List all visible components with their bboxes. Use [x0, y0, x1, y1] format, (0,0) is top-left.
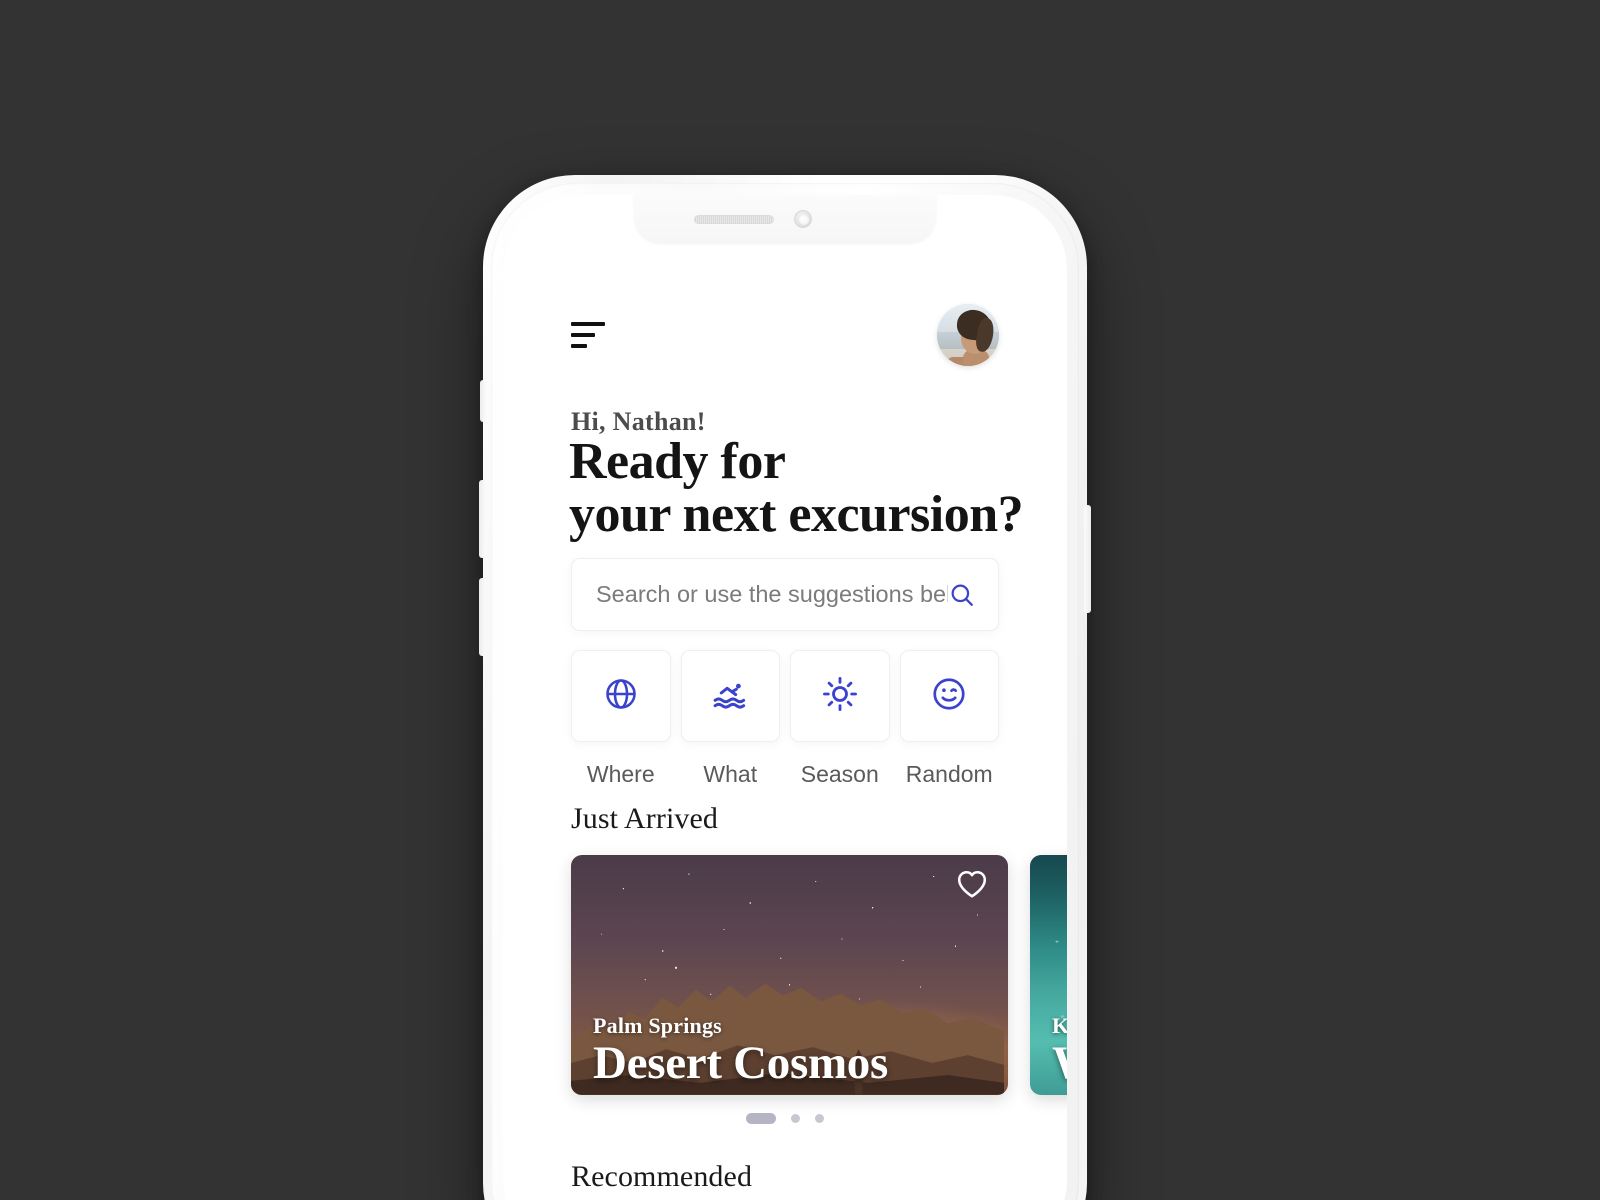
card-location: Palm Springs: [593, 1013, 722, 1039]
app-content: Hi, Nathan! Ready for your next excursio…: [503, 195, 1067, 1200]
phone-bezel: Hi, Nathan! Ready for your next excursio…: [503, 195, 1067, 1200]
quick-filter-season: Season: [790, 650, 890, 788]
section-title-recommended: Recommended: [571, 1160, 753, 1193]
globe-icon: [603, 676, 639, 717]
quick-filter-where-label: Where: [586, 761, 655, 787]
destination-card[interactable]: Palm Springs Desert Cosmos: [571, 855, 1008, 1095]
volume-up-button[interactable]: [479, 480, 486, 558]
app-topbar: [571, 300, 999, 370]
hamburger-menu-icon[interactable]: [571, 322, 605, 348]
card-location: Koh: [1052, 1013, 1067, 1039]
section-title-just-arrived: Just Arrived: [571, 802, 719, 835]
quick-filter-where: Where: [571, 650, 671, 788]
card-caption: Koh W: [1030, 1013, 1067, 1095]
volume-down-button[interactable]: [479, 578, 486, 656]
quick-filter-random: Random: [899, 650, 999, 788]
sun-icon: [821, 675, 859, 718]
card-title: Desert Cosmos: [593, 1037, 888, 1090]
carousel-dot-3[interactable]: [815, 1114, 824, 1123]
quick-filter-what-button[interactable]: [680, 650, 780, 742]
card-caption: Palm Springs Desert Cosmos: [571, 1013, 1008, 1095]
hamburger-line-3: [571, 344, 587, 348]
hamburger-line-2: [571, 333, 595, 337]
quick-filter-season-label: Season: [800, 761, 879, 787]
search-icon[interactable]: [948, 581, 976, 609]
front-camera-icon: [794, 210, 812, 228]
phone-device-frame: Hi, Nathan! Ready for your next excursio…: [479, 175, 1091, 1200]
favorite-heart-icon[interactable]: [956, 869, 988, 904]
quick-filter-random-button[interactable]: [899, 650, 999, 742]
phone-notch: [634, 195, 936, 243]
power-button[interactable]: [1084, 505, 1091, 613]
quick-filter-where-button[interactable]: [571, 650, 671, 742]
carousel-dot-2[interactable]: [791, 1114, 800, 1123]
swimmer-icon: [711, 675, 749, 718]
headline-line-1: Ready for: [569, 433, 786, 490]
wink-smiley-icon: [930, 675, 968, 718]
quick-filter-what-label: What: [703, 761, 758, 787]
hamburger-line-1: [571, 322, 605, 326]
search-bar[interactable]: [571, 558, 999, 631]
card-title: W: [1052, 1038, 1067, 1089]
carousel-pagination[interactable]: [571, 1113, 999, 1124]
just-arrived-carousel[interactable]: Palm Springs Desert Cosmos Koh W: [571, 855, 1067, 1095]
quick-filter-row: Where What Season Random: [571, 650, 999, 788]
headline-line-2: your next excursion?: [569, 486, 1024, 544]
page-title: Ready for your next excursion?: [569, 433, 1024, 544]
earpiece-speaker-icon: [694, 215, 774, 224]
phone-screen: Hi, Nathan! Ready for your next excursio…: [503, 195, 1067, 1200]
carousel-dot-1[interactable]: [746, 1113, 776, 1124]
search-input[interactable]: [596, 581, 948, 608]
quick-filter-what: What: [680, 650, 780, 788]
mute-switch-button[interactable]: [480, 380, 486, 422]
quick-filter-season-button[interactable]: [790, 650, 890, 742]
quick-filter-random-label: Random: [905, 761, 993, 787]
avatar[interactable]: [937, 304, 999, 366]
destination-card[interactable]: Koh W: [1030, 855, 1067, 1095]
